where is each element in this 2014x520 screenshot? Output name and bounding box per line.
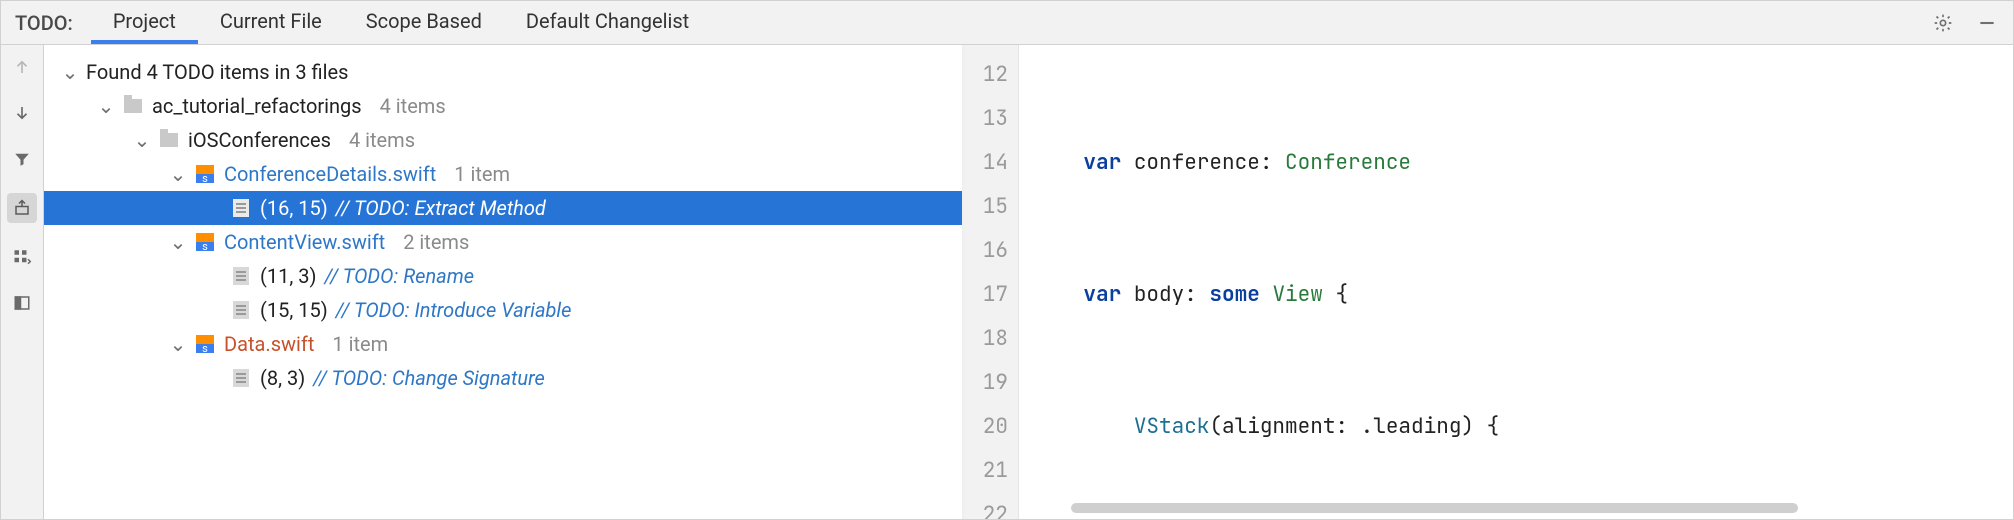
gutter-line-number: 21 [965, 449, 1008, 493]
tab-default-changelist[interactable]: Default Changelist [504, 1, 711, 44]
chevron-down-icon[interactable]: ⌄ [170, 225, 186, 259]
file-name: ContentView.swift [224, 225, 385, 259]
tree-folder-row[interactable]: ⌄ ac_tutorial_refactorings 4 items [44, 89, 962, 123]
tab-label: Current File [220, 9, 322, 33]
code-line: VStack(alignment: .leading) { [1033, 405, 2013, 449]
gutter-line-number: 17 [965, 273, 1008, 317]
header-actions [1931, 1, 2013, 44]
tree-file-row[interactable]: ⌄ ConferenceDetails.swift 1 item [44, 157, 962, 191]
editor-gutter: 1213141516171819202122 [965, 45, 1019, 519]
file-snippet-icon [230, 265, 252, 287]
arrow-down-icon[interactable] [10, 101, 34, 125]
todo-comment: // TODO: Change Signature [313, 361, 545, 395]
tree-summary-text: Found 4 TODO items in 3 files [86, 55, 348, 89]
todo-location: (16, 15) [260, 191, 328, 225]
todo-location: (11, 3) [260, 259, 316, 293]
swift-file-icon [194, 333, 216, 355]
todo-comment: // TODO: Extract Method [336, 191, 546, 225]
folder-icon [158, 129, 180, 151]
todo-location: (8, 3) [260, 361, 305, 395]
chevron-down-icon[interactable]: ⌄ [134, 123, 150, 157]
todo-tree[interactable]: ⌄ Found 4 TODO items in 3 files ⌄ ac_tut… [44, 45, 965, 519]
tab-current-file[interactable]: Current File [198, 1, 344, 44]
folder-icon [122, 95, 144, 117]
todo-comment: // TODO: Rename [324, 259, 474, 293]
tree-todo-row[interactable]: (8, 3) // TODO: Change Signature [44, 361, 962, 395]
scrollbar-thumb[interactable] [1071, 503, 1798, 513]
chevron-down-icon[interactable]: ⌄ [170, 157, 186, 191]
file-snippet-icon [230, 367, 252, 389]
group-by-icon[interactable] [10, 245, 34, 269]
editor-code[interactable]: var conference: Conference var body: som… [1019, 45, 2013, 519]
arrow-up-icon[interactable] [10, 55, 34, 79]
scope-tabs: Project Current File Scope Based Default… [91, 1, 711, 44]
item-count: 2 items [393, 225, 469, 259]
swift-file-icon [194, 231, 216, 253]
gutter-line-number: 14 [965, 141, 1008, 185]
folder-name: ac_tutorial_refactorings [152, 89, 362, 123]
item-count: 4 items [370, 89, 446, 123]
tab-label: Default Changelist [526, 9, 689, 33]
tree-todo-row[interactable]: (15, 15) // TODO: Introduce Variable [44, 293, 962, 327]
gutter-line-number: 16 [965, 229, 1008, 273]
tree-summary-row[interactable]: ⌄ Found 4 TODO items in 3 files [44, 55, 962, 89]
chevron-down-icon[interactable]: ⌄ [62, 55, 78, 89]
tree-file-row[interactable]: ⌄ ContentView.swift 2 items [44, 225, 962, 259]
item-count: 1 item [322, 327, 388, 361]
autoscroll-to-source-icon[interactable] [7, 193, 37, 223]
gutter-line-number: 12 [965, 53, 1008, 97]
file-snippet-icon [230, 299, 252, 321]
tab-label: Project [113, 9, 176, 33]
gutter-line-number: 15 [965, 185, 1008, 229]
tool-window-title: TODO: [1, 1, 91, 44]
gutter-line-number: 18 [965, 317, 1008, 361]
gear-icon[interactable] [1931, 11, 1955, 35]
horizontal-scrollbar[interactable] [1071, 501, 2003, 515]
swift-file-icon [194, 163, 216, 185]
tab-project[interactable]: Project [91, 1, 198, 44]
preview-toggle-icon[interactable] [10, 291, 34, 315]
tree-file-row[interactable]: ⌄ Data.swift 1 item [44, 327, 962, 361]
item-count: 1 item [444, 157, 510, 191]
tree-todo-row[interactable]: (11, 3) // TODO: Rename [44, 259, 962, 293]
gutter-line-number: 22 [965, 493, 1008, 519]
tool-strip [1, 45, 44, 519]
editor-preview: 1213141516171819202122 var conference: C… [965, 45, 2013, 519]
filter-icon[interactable] [10, 147, 34, 171]
todo-comment: // TODO: Introduce Variable [336, 293, 572, 327]
header: TODO: Project Current File Scope Based D… [1, 1, 2013, 45]
gutter-line-number: 13 [965, 97, 1008, 141]
chevron-down-icon[interactable]: ⌄ [170, 327, 186, 361]
gutter-line-number: 19 [965, 361, 1008, 405]
todo-location: (15, 15) [260, 293, 328, 327]
file-snippet-icon [230, 197, 252, 219]
minimize-icon[interactable] [1975, 11, 1999, 35]
file-name: Data.swift [224, 327, 314, 361]
code-line: var body: some View { [1033, 273, 2013, 317]
code-line: var conference: Conference [1033, 141, 2013, 185]
chevron-down-icon[interactable]: ⌄ [98, 89, 114, 123]
gutter-line-number: 20 [965, 405, 1008, 449]
item-count: 4 items [339, 123, 415, 157]
body: ⌄ Found 4 TODO items in 3 files ⌄ ac_tut… [1, 45, 2013, 519]
tree-todo-row[interactable]: (16, 15) // TODO: Extract Method [44, 191, 962, 225]
tab-label: Scope Based [366, 9, 482, 33]
folder-name: iOSConferences [188, 123, 331, 157]
tab-scope-based[interactable]: Scope Based [344, 1, 504, 44]
tree-folder-row[interactable]: ⌄ iOSConferences 4 items [44, 123, 962, 157]
file-name: ConferenceDetails.swift [224, 157, 436, 191]
todo-tool-window: TODO: Project Current File Scope Based D… [0, 0, 2014, 520]
